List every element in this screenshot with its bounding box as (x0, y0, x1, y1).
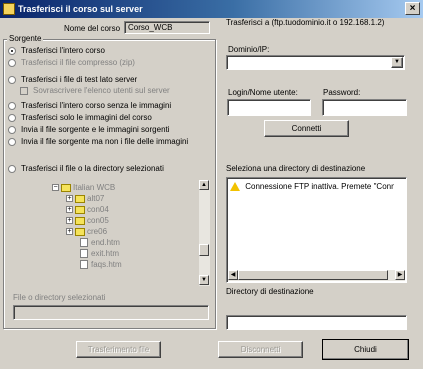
folder-icon (61, 183, 71, 192)
expand-icon[interactable]: + (66, 228, 73, 236)
tree-item[interactable]: − Italian WCB (12, 180, 198, 194)
close-button[interactable]: Chiudi (322, 339, 409, 360)
tree-item[interactable]: exit.htm (12, 249, 198, 260)
option-label: Trasferisci l'intero corso (21, 46, 105, 56)
tree-item-label: Italian WCB (73, 183, 116, 192)
radio-only-images[interactable] (8, 113, 16, 122)
tree-item-label: con05 (87, 216, 109, 225)
file-tree-content: − Italian WCB + alt07 + con04 + con05 + cre06… (12, 180, 198, 284)
expand-icon[interactable]: + (66, 217, 73, 225)
disconnect-button[interactable]: Disconnetti (218, 341, 303, 358)
radio-whole-course[interactable] (8, 46, 16, 55)
tree-item-label: exit.htm (91, 249, 120, 258)
scroll-up-icon[interactable]: ▲ (199, 180, 209, 190)
scroll-left-icon[interactable]: ◀ (228, 270, 238, 280)
folder-icon (75, 216, 85, 225)
radio-source-no-images[interactable] (8, 137, 16, 146)
folder-icon (75, 194, 85, 203)
option-source-no-images[interactable]: Invia il file sorgente ma non i file del… (8, 137, 188, 148)
option-source-and-images[interactable]: Invia il file sorgente e le immagini sor… (8, 125, 170, 136)
ftp-status-message: Connessione FTP inattiva. Premete "Conne… (245, 182, 394, 192)
option-label: Trasferisci solo le immagini del corso (21, 113, 152, 123)
login-input[interactable] (227, 99, 311, 116)
transfer-files-button[interactable]: Trasferimento file (76, 341, 161, 358)
option-label: Sovrascrivere l'elenco utenti sul server (33, 86, 170, 96)
tree-item-label: cre06 (87, 227, 108, 236)
option-label: Trasferisci il file o la directory selez… (21, 164, 164, 174)
option-overwrite-users[interactable]: Sovrascrivere l'elenco utenti sul server (20, 86, 170, 97)
destination-select-label: Seleziona una directory di destinazione (226, 164, 366, 173)
option-zip[interactable]: Trasferisci il file compresso (zip) (8, 58, 135, 69)
option-selected-file[interactable]: Trasferisci il file o la directory selez… (8, 164, 164, 175)
option-label: Invia il file sorgente e le immagini sor… (21, 125, 170, 135)
tree-item-label: con04 (87, 205, 109, 214)
domain-label: Dominio/IP: (228, 45, 270, 54)
scrollbar-thumb[interactable] (199, 244, 209, 256)
tree-item-label: alt07 (87, 194, 105, 203)
tree-item[interactable]: + con05 (12, 216, 198, 227)
option-no-images[interactable]: Trasferisci l'intero corso senza le imma… (8, 101, 171, 112)
destination-dir-input[interactable] (226, 315, 407, 330)
course-name-field: Corso_WCB (124, 21, 210, 34)
scroll-right-icon[interactable]: ▶ (395, 270, 405, 280)
chevron-down-icon[interactable]: ▼ (391, 57, 403, 68)
selected-file-label: File o directory selezionati (13, 293, 106, 302)
course-name-label: Nome del corso (64, 24, 121, 33)
destination-horizontal-scrollbar[interactable]: ◀ ▶ (228, 270, 405, 281)
folder-icon (75, 227, 85, 236)
password-input[interactable] (322, 99, 407, 116)
radio-test-files[interactable] (8, 75, 16, 84)
tree-item-label: faqs.htm (91, 260, 122, 269)
tree-item[interactable]: faqs.htm (12, 260, 198, 271)
file-icon (80, 238, 88, 248)
option-label: Trasferisci i file di test lato server (21, 75, 138, 85)
tree-item[interactable]: + alt07 (12, 194, 198, 205)
expand-icon[interactable]: + (66, 206, 73, 214)
warning-icon (230, 182, 240, 192)
login-label: Login/Nome utente: (228, 88, 298, 97)
window-title: Trasferisci il corso sul server (18, 4, 143, 14)
scroll-down-icon[interactable]: ▼ (199, 275, 209, 285)
expand-icon[interactable]: + (66, 195, 73, 203)
close-window-button[interactable]: × (405, 2, 420, 15)
password-label: Password: (323, 88, 361, 97)
option-label: Invia il file sorgente ma non i file del… (21, 137, 189, 147)
option-whole-course[interactable]: Trasferisci l'intero corso (8, 46, 105, 57)
scrollbar-thumb[interactable] (238, 270, 388, 280)
collapse-icon[interactable]: − (52, 184, 59, 192)
tree-item[interactable]: end.htm (12, 238, 198, 249)
radio-selected-file[interactable] (8, 164, 16, 173)
destination-list[interactable]: Connessione FTP inattiva. Premete "Conne… (226, 177, 407, 283)
domain-select[interactable]: ▼ (226, 55, 405, 70)
folder-upload-icon (3, 3, 15, 15)
connect-button[interactable]: Connetti (264, 120, 349, 137)
file-icon (80, 249, 88, 259)
status-message-row: Connessione FTP inattiva. Premete "Conne… (230, 182, 394, 194)
option-test-files[interactable]: Trasferisci i file di test lato server (8, 75, 137, 86)
radio-no-images[interactable] (8, 101, 16, 110)
option-label: Trasferisci l'intero corso senza le imma… (21, 101, 172, 111)
file-tree[interactable]: − Italian WCB + alt07 + con04 + con05 + cre06… (12, 180, 210, 286)
tree-item[interactable]: + cre06 (12, 227, 198, 238)
course-name-value: Corso_WCB (128, 23, 173, 32)
file-icon (80, 260, 88, 270)
radio-zip[interactable] (8, 58, 16, 67)
server-hint-label: Trasferisci a (ftp.tuodominio.it o 192.1… (226, 18, 385, 27)
folder-icon (75, 205, 85, 214)
selected-file-field (13, 305, 209, 320)
title-bar: Trasferisci il corso sul server × (0, 0, 423, 18)
tree-item-label: end.htm (91, 238, 120, 247)
tree-vertical-scrollbar[interactable]: ▲ ▼ (199, 180, 210, 286)
checkbox-overwrite-users[interactable] (20, 86, 28, 95)
option-only-images[interactable]: Trasferisci solo le immagini del corso (8, 113, 152, 124)
radio-source-and-images[interactable] (8, 125, 16, 134)
option-label: Trasferisci il file compresso (zip) (21, 58, 135, 68)
destination-dir-label: Directory di destinazione (226, 287, 314, 296)
tree-item[interactable]: + con04 (12, 205, 198, 216)
source-legend: Sorgente (7, 34, 44, 43)
